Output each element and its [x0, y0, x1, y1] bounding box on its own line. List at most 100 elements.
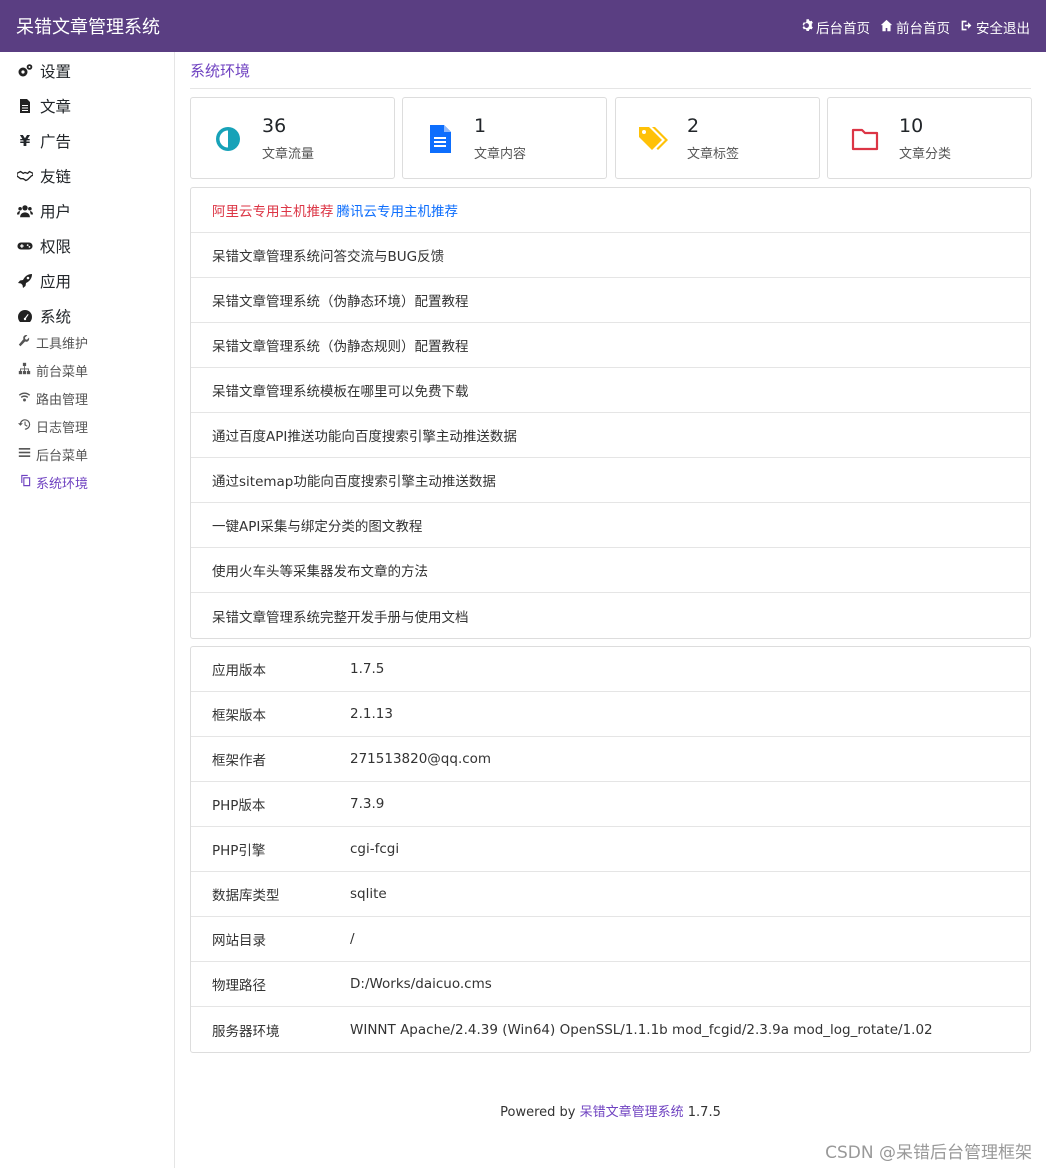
list-item[interactable]: 通过sitemap功能向百度搜索引擎主动推送数据	[191, 458, 1030, 503]
sidebar-item-ads[interactable]: ¥ 广告	[16, 130, 71, 152]
list-item[interactable]: 呆错文章管理系统完整开发手册与使用文档	[191, 593, 1030, 638]
stat-value: 1	[474, 115, 487, 137]
admin-home-link[interactable]: 后台首页	[800, 17, 870, 37]
stat-card-traffic[interactable]: 36 文章流量	[190, 97, 395, 179]
table-row: 框架作者 271513820@qq.com	[191, 737, 1030, 782]
stat-card-content[interactable]: 1 文章内容	[402, 97, 607, 179]
aliyun-promo-link[interactable]: 阿里云专用主机推荐	[212, 200, 334, 220]
sidebar-subitem-tools[interactable]: 工具维护	[18, 333, 88, 352]
watermark: CSDN @呆错后台管理框架	[825, 1143, 1032, 1163]
sidebar-item-label: 友链	[40, 168, 72, 186]
front-home-link[interactable]: 前台首页	[880, 17, 950, 37]
sidebar-item-articles[interactable]: 文章	[16, 95, 71, 117]
sidebar-subitem-routes[interactable]: 路由管理	[18, 389, 88, 408]
info-key: 框架作者	[212, 753, 266, 769]
list-item[interactable]: 呆错文章管理系统（伪静态规则）配置教程	[191, 323, 1030, 368]
sidebar-item-settings[interactable]: 设置	[16, 60, 71, 82]
dashboard-icon	[16, 307, 34, 325]
table-row: 数据库类型 sqlite	[191, 872, 1030, 917]
sidebar-subitem-label: 日志管理	[36, 421, 89, 436]
sidebar-item-label: 广告	[40, 133, 72, 151]
info-value: 1.7.5	[350, 661, 385, 677]
history-icon	[18, 418, 31, 435]
info-value: 271513820@qq.com	[350, 751, 492, 767]
users-icon	[16, 202, 34, 220]
resource-link-list: 阿里云专用主机推荐 腾讯云专用主机推荐 呆错文章管理系统问答交流与BUG反馈 呆…	[190, 187, 1031, 639]
stat-label: 文章标签	[687, 147, 740, 162]
stat-card-tags[interactable]: 2 文章标签	[615, 97, 820, 179]
folder-icon	[850, 124, 880, 154]
system-info-table: 应用版本 1.7.5 框架版本 2.1.13 框架作者 271513820@qq.co…	[190, 646, 1031, 1053]
promo-row: 阿里云专用主机推荐 腾讯云专用主机推荐	[191, 188, 1030, 233]
stat-value: 36	[262, 115, 287, 137]
front-home-label: 前台首页	[896, 21, 950, 37]
list-item[interactable]: 一键API采集与绑定分类的图文教程	[191, 503, 1030, 548]
sidebar-item-apps[interactable]: 应用	[16, 270, 71, 292]
sign-out-icon	[960, 19, 973, 36]
list-item[interactable]: 呆错文章管理系统问答交流与BUG反馈	[191, 233, 1030, 278]
sidebar-subitem-admin-menu[interactable]: 后台菜单	[18, 445, 88, 464]
sidebar-item-permissions[interactable]: 权限	[16, 235, 71, 257]
info-value: 7.3.9	[350, 796, 385, 812]
info-key: 网站目录	[212, 933, 266, 949]
stat-label: 文章分类	[899, 147, 952, 162]
table-row: PHP引擎 cgi-fcgi	[191, 827, 1030, 872]
sidebar-item-label: 权限	[40, 238, 72, 256]
wifi-icon	[18, 390, 31, 407]
stat-card-categories[interactable]: 10 文章分类	[827, 97, 1032, 179]
list-item[interactable]: 呆错文章管理系统模板在哪里可以免费下载	[191, 368, 1030, 413]
yen-icon: ¥	[19, 132, 31, 150]
sidebar-subitem-label: 前台菜单	[36, 365, 89, 380]
info-key: 框架版本	[212, 708, 266, 724]
logout-label: 安全退出	[976, 21, 1030, 37]
sidebar-item-friend-links[interactable]: 友链	[16, 165, 71, 187]
sidebar: 设置 文章 ¥ 广告 友链 用户 权限 应用 系统 工具维护 前台菜单 路由管理	[0, 52, 175, 1168]
info-key: PHP引擎	[212, 843, 266, 859]
info-value: sqlite	[350, 886, 387, 902]
wrench-icon	[18, 334, 31, 351]
stat-label: 文章内容	[474, 147, 527, 162]
copy-icon	[18, 474, 31, 491]
table-row: 应用版本 1.7.5	[191, 647, 1030, 692]
sitemap-icon	[18, 362, 31, 379]
table-row: PHP版本 7.3.9	[191, 782, 1030, 827]
sidebar-subitem-label: 路由管理	[36, 393, 89, 408]
gamepad-icon	[16, 237, 34, 255]
adjust-icon	[213, 124, 243, 154]
table-row: 物理路径 D:/Works/daicuo.cms	[191, 962, 1030, 1007]
table-row: 服务器环境 WINNT Apache/2.4.39 (Win64) OpenSSL…	[191, 1007, 1030, 1052]
file-icon	[16, 97, 34, 115]
info-key: 物理路径	[212, 978, 266, 994]
info-value: /	[350, 931, 355, 947]
stat-value: 2	[687, 115, 700, 137]
tencent-promo-link[interactable]: 腾讯云专用主机推荐	[337, 200, 459, 220]
tags-icon	[638, 124, 668, 154]
sidebar-subitem-front-menu[interactable]: 前台菜单	[18, 361, 88, 380]
sidebar-subitem-label: 后台菜单	[36, 449, 89, 464]
sidebar-subitem-system-env[interactable]: 系统环境	[18, 473, 88, 492]
handshake-icon	[16, 167, 34, 185]
file-text-icon	[425, 124, 455, 154]
bars-icon	[18, 446, 31, 463]
list-item[interactable]: 使用火车头等采集器发布文章的方法	[191, 548, 1030, 593]
table-row: 框架版本 2.1.13	[191, 692, 1030, 737]
info-key: 服务器环境	[212, 1023, 280, 1040]
logout-link[interactable]: 安全退出	[960, 17, 1030, 37]
sidebar-item-label: 应用	[40, 273, 72, 291]
top-navbar: 呆错文章管理系统 后台首页 前台首页 安全退出	[0, 0, 1046, 52]
list-item[interactable]: 呆错文章管理系统（伪静态环境）配置教程	[191, 278, 1030, 323]
sidebar-item-users[interactable]: 用户	[16, 200, 71, 222]
sidebar-subitem-logs[interactable]: 日志管理	[18, 417, 88, 436]
brand-title[interactable]: 呆错文章管理系统	[16, 13, 160, 39]
sidebar-item-system[interactable]: 系统	[16, 305, 71, 327]
info-value: D:/Works/daicuo.cms	[350, 976, 492, 992]
cogs-icon	[16, 62, 34, 80]
gear-icon	[800, 18, 813, 36]
list-item[interactable]: 通过百度API推送功能向百度搜索引擎主动推送数据	[191, 413, 1030, 458]
footer-link[interactable]: 呆错文章管理系统	[580, 1105, 684, 1120]
footer-version: 1.7.5	[687, 1105, 721, 1120]
info-key: PHP版本	[212, 798, 266, 814]
footer-prefix: Powered by	[500, 1105, 576, 1120]
info-value: WINNT Apache/2.4.39 (Win64) OpenSSL/1.1.…	[350, 1021, 933, 1038]
home-icon	[880, 19, 893, 36]
